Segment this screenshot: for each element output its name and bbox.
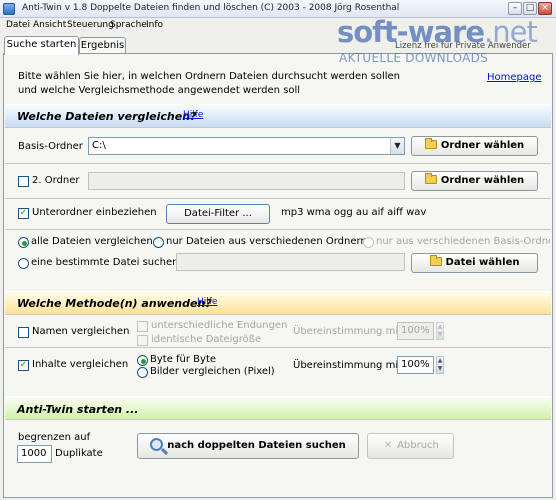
watermark-tld: .net	[484, 15, 538, 49]
chevron-down-icon[interactable]: ▼	[390, 138, 404, 154]
radio-all-files-label: alle Dateien vergleichen	[31, 236, 153, 247]
section-start-title: Anti-Twin starten ...	[17, 403, 139, 416]
section-files-title: Welche Dateien vergleichen?	[17, 110, 197, 123]
content-match-input[interactable]: 100%	[397, 356, 434, 374]
search-duplicates-button[interactable]: nach doppelten Dateien suchen	[137, 433, 359, 459]
limit-unit-label: Duplikate	[55, 448, 103, 459]
watermark-tagline: AKTUELLE DOWNLOADS	[339, 51, 489, 65]
divider	[5, 347, 551, 348]
compare-content-checkbox[interactable]: ✓	[18, 360, 29, 371]
divider	[5, 229, 551, 230]
compare-content-label: Inhalte vergleichen	[32, 359, 129, 370]
content-match-spinner[interactable]: ▲ ▼	[436, 356, 444, 374]
divider	[5, 198, 551, 199]
help-link-files[interactable]: Hilfe	[183, 110, 203, 120]
file-filter-button[interactable]: Datei-Filter ...	[166, 204, 270, 224]
basis-folder-value: C:\	[92, 140, 106, 151]
window-title: Anti-Twin v 1.8 Doppelte Dateien finden …	[22, 3, 400, 13]
folder-icon	[424, 173, 437, 184]
same-size-checkbox[interactable]	[137, 335, 148, 346]
magnifier-icon	[150, 438, 164, 451]
radio-different-folders[interactable]	[153, 237, 164, 248]
specific-file-input[interactable]	[176, 253, 405, 271]
choose-folder-label: Ordner wählen	[440, 140, 525, 151]
radio-different-base-folders-label: nur aus verschiedenen Basis-Ordnern	[376, 236, 550, 247]
subfolders-label: Unterordner einbeziehen	[32, 207, 157, 218]
menu-datei[interactable]: Datei	[6, 18, 30, 33]
intro-line-2: und welche Vergleichsmethode angewendet …	[18, 85, 301, 96]
cancel-label: Abbruch	[397, 440, 439, 451]
content-match-label: Übereinstimmung min.	[293, 360, 408, 371]
menu-info[interactable]: Info	[146, 18, 163, 33]
file-filter-value: mp3 wma ogg au aif aiff wav	[281, 207, 427, 218]
divider	[5, 163, 551, 164]
minimize-button[interactable]: –	[508, 2, 522, 15]
cancel-button[interactable]: ✕ Abbruch	[367, 433, 454, 459]
maximize-button[interactable]: □	[523, 2, 537, 15]
choose-file-label: Datei wählen	[445, 257, 520, 268]
close-button[interactable]: ×	[538, 2, 552, 15]
menu-sprache[interactable]: Sprache	[110, 18, 147, 33]
second-folder-checkbox[interactable]	[18, 176, 29, 187]
watermark-logo: soft-ware.net	[337, 15, 538, 49]
second-folder-label: 2. Ordner	[32, 175, 80, 186]
limit-input[interactable]: 1000	[17, 445, 52, 463]
basis-folder-combo[interactable]: C:\	[88, 137, 405, 155]
folder-icon	[424, 138, 437, 149]
menu-steuerung[interactable]: Steuerung	[67, 18, 114, 33]
name-match-spinner[interactable]: ▲ ▼	[436, 322, 444, 340]
basis-folder-label: Basis-Ordner	[18, 141, 83, 152]
radio-different-folders-label: nur Dateien aus verschiedenen Ordnern	[166, 236, 367, 247]
radio-specific-file[interactable]	[18, 258, 29, 269]
radio-specific-file-label: eine bestimmte Datei suchen	[31, 257, 179, 268]
choose-second-folder-button[interactable]: Ordner wählen	[411, 171, 538, 191]
intro-text: Bitte wählen Sie hier, in welchen Ordner…	[18, 70, 478, 98]
search-duplicates-label: nach doppelten Dateien suchen	[167, 440, 346, 451]
help-link-methods[interactable]: Hilfe	[197, 297, 217, 307]
radio-all-files[interactable]	[18, 237, 29, 248]
radio-compare-images[interactable]	[137, 367, 148, 378]
folder-icon	[429, 255, 442, 266]
choose-file-button[interactable]: Datei wählen	[411, 253, 538, 273]
radio-byte-by-byte-label: Byte für Byte	[150, 354, 217, 365]
intro-line-1: Bitte wählen Sie hier, in welchen Ordner…	[18, 71, 401, 82]
tab-suche-starten[interactable]: Suche starten	[4, 36, 79, 55]
tab-ergebnis[interactable]: Ergebnis	[79, 37, 126, 54]
watermark-brand: soft-ware	[337, 15, 485, 49]
homepage-link[interactable]: Homepage	[487, 72, 542, 83]
name-match-label: Übereinstimmung min.	[293, 326, 408, 337]
cancel-icon: ✕	[383, 440, 393, 451]
different-endings-label: unterschiedliche Endungen	[151, 320, 288, 331]
subfolders-checkbox[interactable]: ✓	[18, 208, 29, 219]
compare-names-label: Namen vergleichen	[32, 326, 130, 337]
section-methods-title: Welche Methode(n) anwenden?	[17, 297, 212, 310]
radio-compare-images-label: Bilder vergleichen (Pixel)	[150, 366, 275, 377]
different-endings-checkbox[interactable]	[137, 321, 148, 332]
menu-ansicht[interactable]: Ansicht	[33, 18, 66, 33]
limit-label: begrenzen auf	[18, 432, 91, 443]
radio-different-base-folders[interactable]	[363, 237, 374, 248]
radio-byte-by-byte[interactable]	[137, 355, 148, 366]
choose-basis-folder-button[interactable]: Ordner wählen	[411, 136, 538, 156]
choose-folder-label-2: Ordner wählen	[440, 175, 525, 186]
app-icon	[3, 3, 15, 15]
compare-names-checkbox[interactable]	[18, 327, 29, 338]
second-folder-input[interactable]	[88, 172, 405, 190]
name-match-input[interactable]: 100%	[397, 322, 434, 340]
same-size-label: identische Dateigröße	[151, 334, 262, 345]
